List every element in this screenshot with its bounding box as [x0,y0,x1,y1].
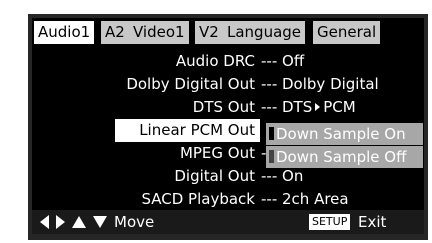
move-hint: Move [114,213,155,231]
down-arrow-icon [93,216,108,228]
setting-row-digital-out[interactable]: Digital Out --- On [32,165,424,188]
setting-label: Audio DRC [175,52,255,70]
setting-value: --- 2ch Area [261,190,349,208]
setting-label: Linear PCM Out [115,119,260,142]
tab-v2[interactable]: V2 [195,21,223,44]
tab-general[interactable]: General [313,21,381,44]
setting-value: --- DTS PCM [261,96,356,119]
exit-label[interactable]: Exit [358,210,386,234]
footer-bar: Move SETUP Exit [32,210,424,234]
tab-video1[interactable]: Video1 [129,21,189,44]
option-down-sample-on[interactable]: Down Sample On [266,123,423,145]
tab-a2[interactable]: A2 [101,21,129,44]
cursor-bar-icon [269,150,274,163]
tab-audio1[interactable]: Audio1 [34,21,95,44]
option-down-sample-off[interactable]: Down Sample Off [266,146,423,168]
value-text: PCM [323,98,356,116]
setting-label: Dolby Digital Out [126,75,255,93]
value-text: --- DTS [261,98,313,116]
option-label: Down Sample Off [276,148,407,166]
option-label: Down Sample On [276,125,406,143]
setup-menu-screen: Audio1 A2 Video1 V2 Language General Aud… [32,18,424,234]
tab-bar: Audio1 A2 Video1 V2 Language General [32,18,424,46]
option-popup: Down Sample On Down Sample Off [266,122,423,168]
arrow-right-icon [315,103,321,111]
setting-label: DTS Out [192,98,255,116]
setting-label: MPEG Out [179,144,255,162]
nav-icons [40,215,109,229]
setting-row-dolby-digital-out[interactable]: Dolby Digital Out --- Dolby Digital [32,73,424,96]
cursor-bar-icon [269,127,274,140]
setup-button[interactable]: SETUP [309,214,351,230]
setting-value: --- On [261,167,304,185]
setting-row-sacd-playback[interactable]: SACD Playback --- 2ch Area [32,188,424,211]
left-arrow-icon [40,215,49,229]
screen-frame: Audio1 A2 Video1 V2 Language General Aud… [28,14,428,240]
right-arrow-icon [56,215,66,229]
setting-label: Digital Out [174,167,255,185]
setting-value: --- Dolby Digital [261,75,379,93]
setting-row-dts-out[interactable]: DTS Out --- DTS PCM [32,96,424,119]
setting-value: --- Off [261,52,305,70]
tab-language[interactable]: Language [223,21,306,44]
up-arrow-icon [72,216,87,228]
setting-label: SACD Playback [141,190,255,208]
setting-row-audio-drc[interactable]: Audio DRC --- Off [32,50,424,73]
